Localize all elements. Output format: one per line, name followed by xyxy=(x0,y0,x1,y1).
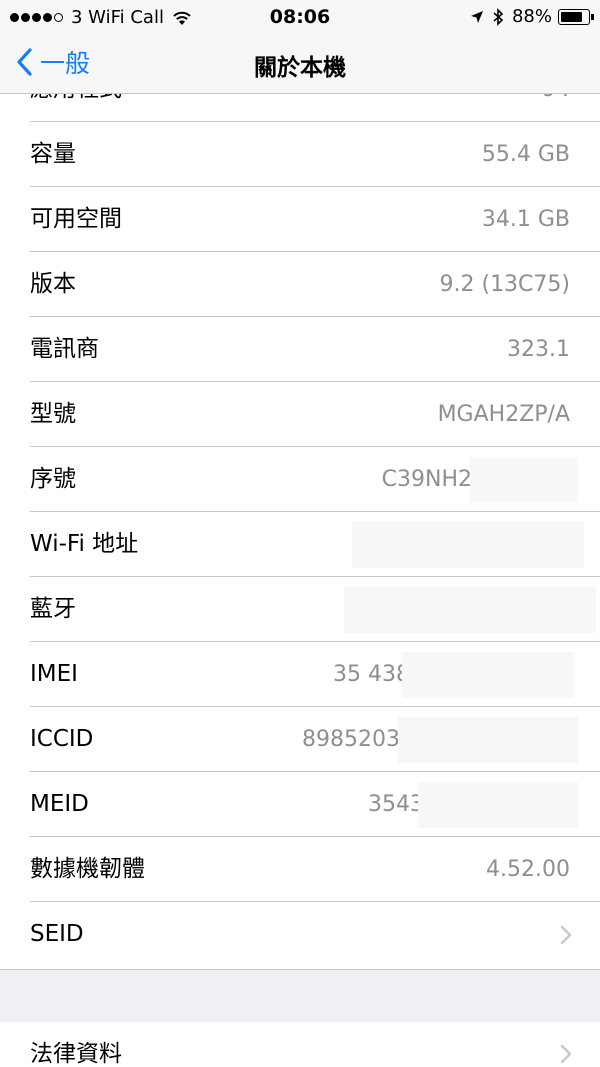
list-row-bluetooth: 藍牙 xyxy=(0,577,600,642)
status-right: 88% xyxy=(470,6,594,27)
list-row-carrier: 電訊商 323.1 xyxy=(0,317,600,382)
navigation-bar: 一般 關於本機 xyxy=(0,40,600,94)
chevron-right-icon xyxy=(560,1044,572,1064)
bluetooth-icon xyxy=(492,7,504,26)
section-separator xyxy=(0,969,600,1023)
page-title: 關於本機 xyxy=(254,55,346,81)
redaction-block xyxy=(402,652,574,698)
row-label: 藍牙 xyxy=(30,596,76,622)
row-value: 3543 xyxy=(368,792,424,817)
battery-icon xyxy=(558,8,594,25)
list-row-capacity: 容量 55.4 GB xyxy=(0,122,600,187)
row-label: 型號 xyxy=(30,401,76,427)
row-value: 35 438 xyxy=(333,662,410,687)
redaction-block xyxy=(418,782,578,828)
row-label: SEID xyxy=(30,921,84,947)
row-value: MGAH2ZP/A xyxy=(437,402,570,427)
row-label: 數據機韌體 xyxy=(30,856,145,882)
list-row-seid[interactable]: SEID xyxy=(0,902,600,967)
list-row-model: 型號 MGAH2ZP/A xyxy=(0,382,600,447)
row-label: 容量 xyxy=(30,141,76,167)
list-row-legal[interactable]: 法律資料 xyxy=(0,1022,600,1067)
row-label: MEID xyxy=(30,791,89,817)
row-label: 電訊商 xyxy=(30,336,99,362)
list-row-modem-firmware: 數據機韌體 4.52.00 xyxy=(0,837,600,902)
list-row-apps: 應用程式 94 xyxy=(0,94,600,122)
legal-list: 法律資料 xyxy=(0,1022,600,1067)
status-bar: 3 WiFi Call 08:06 88% xyxy=(0,0,600,40)
row-label: 版本 xyxy=(30,271,76,297)
list-row-version: 版本 9.2 (13C75) xyxy=(0,252,600,317)
battery-percent: 88% xyxy=(511,6,552,27)
row-value: 4.52.00 xyxy=(486,857,570,882)
row-label: 法律資料 xyxy=(30,1041,122,1067)
redaction-block xyxy=(398,717,578,763)
row-value: 323.1 xyxy=(507,337,570,362)
about-list: 應用程式 94 容量 55.4 GB 可用空間 34.1 GB 版本 9.2 (… xyxy=(0,94,600,969)
row-value: 34.1 GB xyxy=(481,207,570,232)
list-row-available: 可用空間 34.1 GB xyxy=(0,187,600,252)
list-row-wifi-address: Wi-Fi 地址 xyxy=(0,512,600,577)
redaction-block xyxy=(344,587,596,633)
list-row-meid: MEID 3543 xyxy=(0,772,600,837)
list-row-imei: IMEI 35 438 xyxy=(0,642,600,707)
list-row-serial: 序號 C39NH2 xyxy=(0,447,600,512)
row-label: 應用程式 xyxy=(30,94,122,122)
row-value: 8985203 xyxy=(302,727,400,752)
row-label: ICCID xyxy=(30,726,94,752)
row-value: 55.4 GB xyxy=(481,142,570,167)
row-value: C39NH2 xyxy=(381,467,472,492)
row-label: 序號 xyxy=(30,466,76,492)
list-row-iccid: ICCID 8985203 xyxy=(0,707,600,772)
row-value: 9.2 (13C75) xyxy=(439,272,571,297)
row-label: Wi-Fi 地址 xyxy=(30,531,139,557)
row-value: 94 xyxy=(542,94,570,122)
chevron-right-icon xyxy=(560,925,572,945)
row-label: 可用空間 xyxy=(30,206,122,232)
redaction-block xyxy=(352,522,584,568)
row-label: IMEI xyxy=(30,661,78,687)
location-icon xyxy=(470,10,484,24)
redaction-block xyxy=(470,457,578,503)
